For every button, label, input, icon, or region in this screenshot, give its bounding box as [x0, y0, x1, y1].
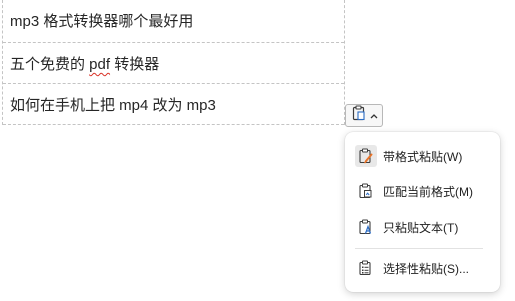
pasted-table: mp3 格式转换器哪个最好用 五个免费的 pdf 转换器 如何在手机上把 mp4…: [2, 0, 345, 125]
clipboard-text-icon: [355, 216, 377, 238]
cell-text: mp3 格式转换器哪个最好用: [10, 13, 194, 30]
menu-item-label: 选择性粘贴(S)...: [383, 261, 469, 276]
paste-options-menu: 带格式粘贴(W) 匹配当前格式(M) 只粘贴文本(T) 选择性粘贴(S)...: [345, 132, 500, 292]
cell-text: 转换器: [110, 56, 160, 73]
chevron-up-icon: [370, 112, 378, 120]
menu-item-label: 匹配当前格式(M): [383, 184, 473, 199]
cell-text: 如何在手机上把 mp4 改为 mp3: [10, 97, 216, 114]
clipboard-list-icon: [355, 257, 377, 279]
table-cell[interactable]: 如何在手机上把 mp4 改为 mp3: [3, 84, 344, 125]
clipboard-brush-icon: [355, 145, 377, 167]
menu-item-match-format[interactable]: 匹配当前格式(M): [353, 176, 493, 206]
paste-options-button[interactable]: [345, 104, 383, 127]
clipboard-icon: [351, 105, 367, 126]
clipboard-match-icon: [355, 180, 377, 202]
menu-item-text-only[interactable]: 只粘贴文本(T): [353, 212, 493, 242]
cell-text: 五个免费的: [10, 56, 90, 73]
menu-item-keep-format[interactable]: 带格式粘贴(W): [353, 141, 493, 171]
menu-item-paste-special[interactable]: 选择性粘贴(S)...: [353, 253, 493, 283]
document-area: mp3 格式转换器哪个最好用 五个免费的 pdf 转换器 如何在手机上把 mp4…: [0, 0, 515, 301]
table-cell[interactable]: mp3 格式转换器哪个最好用: [3, 0, 344, 43]
menu-item-label: 只粘贴文本(T): [383, 220, 459, 235]
table-cell[interactable]: 五个免费的 pdf 转换器: [3, 43, 344, 84]
misspelled-word: pdf: [89, 56, 111, 73]
menu-item-label: 带格式粘贴(W): [383, 149, 463, 164]
menu-separator: [355, 248, 483, 249]
